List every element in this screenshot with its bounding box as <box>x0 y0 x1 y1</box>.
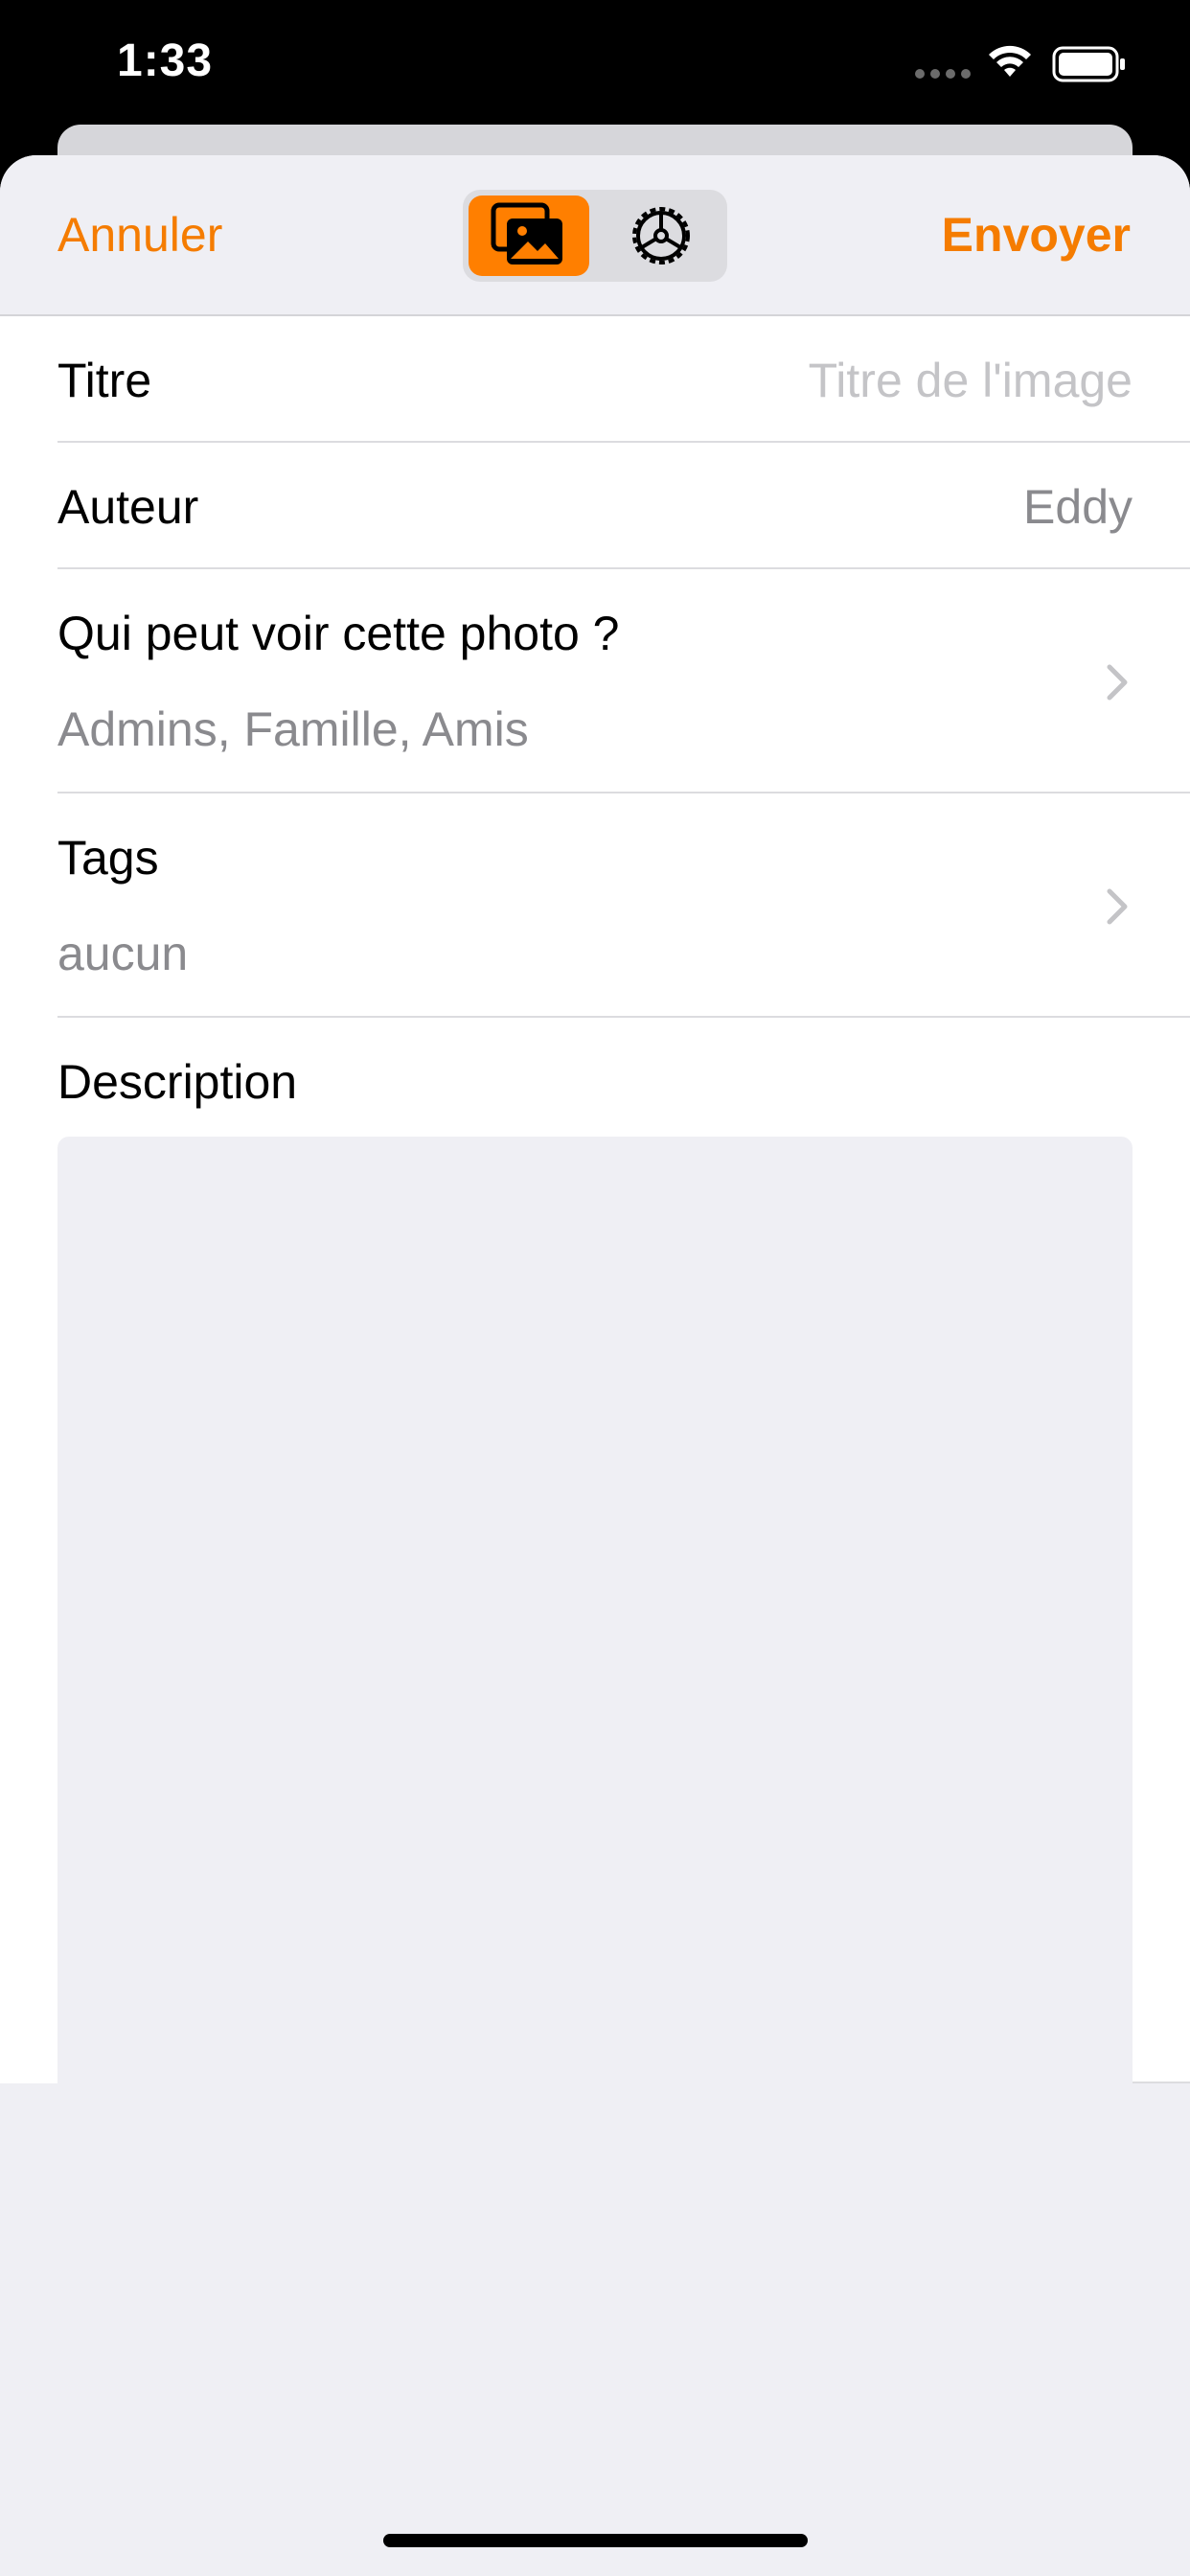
description-textarea[interactable] <box>57 1137 1133 2214</box>
author-label: Auteur <box>57 480 199 534</box>
privacy-row[interactable]: Qui peut voir cette photo ? Admins, Fami… <box>57 569 1190 794</box>
privacy-value: Admins, Famille, Amis <box>57 702 529 756</box>
privacy-label: Qui peut voir cette photo ? <box>57 607 620 660</box>
segmented-control <box>463 190 727 282</box>
cancel-button[interactable]: Annuler <box>57 207 222 263</box>
tags-label: Tags <box>57 831 159 885</box>
home-indicator <box>383 2534 808 2547</box>
author-input[interactable]: Eddy <box>1023 479 1133 535</box>
signal-dots-icon <box>915 69 971 79</box>
images-icon <box>491 202 562 264</box>
status-bar: 1:33 <box>0 0 1190 134</box>
description-label: Description <box>57 1055 298 1109</box>
title-input[interactable]: Titre de l'image <box>809 353 1133 408</box>
tags-row[interactable]: Tags aucun <box>57 794 1190 1018</box>
battery-icon <box>1052 46 1125 82</box>
author-row[interactable]: Auteur Eddy <box>57 443 1190 569</box>
settings-gear-icon <box>632 207 690 264</box>
segment-settings[interactable] <box>601 196 721 276</box>
title-row[interactable]: Titre Titre de l'image <box>57 316 1190 443</box>
upload-sheet: Annuler Envoyer Titre Titre de l'image A… <box>0 155 1190 2576</box>
send-button[interactable]: Envoyer <box>942 207 1131 263</box>
description-row: Description <box>57 1018 1190 2214</box>
status-time: 1:33 <box>117 35 214 86</box>
title-label: Titre <box>57 354 152 407</box>
segment-images[interactable] <box>469 196 589 276</box>
chevron-right-icon <box>1107 888 1128 925</box>
chevron-right-icon <box>1107 664 1128 701</box>
navigation-bar: Annuler Envoyer <box>0 155 1190 316</box>
tags-value: aucun <box>57 927 189 980</box>
image-properties-form: Titre Titre de l'image Auteur Eddy Qui p… <box>0 316 1190 2214</box>
wifi-icon <box>989 45 1031 77</box>
